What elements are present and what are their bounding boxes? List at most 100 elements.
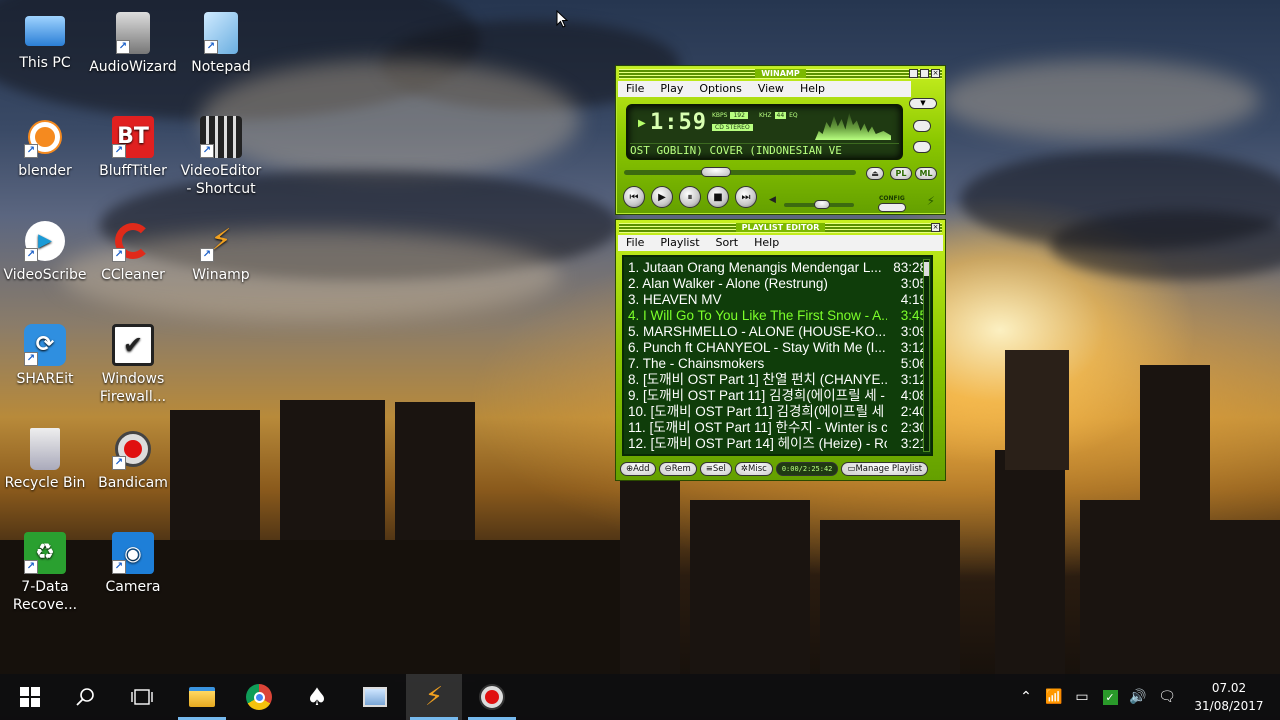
desktop-icon-7-data-recovery[interactable]: ♻ ↗ 7-Data Recove... (1, 532, 89, 614)
desktop-icon-blufftitler[interactable]: BT ↗ BluffTitler (89, 116, 177, 180)
next-button[interactable]: ⏭ (735, 186, 757, 208)
action-center-icon[interactable]: 🗨 (1154, 674, 1180, 720)
playlist-row[interactable]: 2. Alan Walker - Alone (Restrung) 3:05 (628, 276, 927, 292)
manage-playlist-button[interactable]: ▭Manage Playlist (841, 462, 929, 476)
desktop-icon-ccleaner[interactable]: ↗ CCleaner (89, 220, 177, 284)
previous-button[interactable]: ⏮ (623, 186, 645, 208)
playlist-menu-help[interactable]: Help (746, 235, 787, 251)
play-button[interactable]: ▶ (651, 186, 673, 208)
search-button[interactable] (58, 674, 114, 720)
taskbar-photos[interactable] (347, 674, 403, 720)
add-button[interactable]: ⊕Add (620, 462, 656, 476)
playlist-scrollbar[interactable] (923, 259, 930, 452)
seek-thumb[interactable] (700, 167, 731, 177)
playlist-toggle-button[interactable]: PL (890, 167, 912, 180)
volume-icon[interactable]: 🔊 (1126, 674, 1150, 720)
menu-file[interactable]: File (618, 81, 652, 97)
desktop-icon-notepad[interactable]: ↗ Notepad (177, 12, 265, 76)
playlist-row[interactable]: 12. [도깨비 OST Part 14] 헤이즈 (Heize) - Ro..… (628, 436, 927, 452)
playlist-track-list[interactable]: 1. Jutaan Orang Menangis Mendengar L... 8… (622, 255, 933, 456)
system-clock[interactable]: 07.02 31/08/2017 (1192, 674, 1266, 720)
misc-button[interactable]: ✲Misc (734, 462, 773, 476)
playlist-row[interactable]: 9. [도깨비 OST Part 11] 김경희(에이프릴 세 - ... 4:0… (628, 388, 927, 404)
spectrum-visualizer (815, 113, 891, 140)
desktop-icon-shareit[interactable]: ⟳ ↗ SHAREit (1, 324, 89, 388)
playlist-row[interactable]: 10. [도깨비 OST Part 11] 김경희(에이프릴 세 - ... 2:… (628, 404, 927, 420)
desktop-icon-recycle-bin[interactable]: Recycle Bin (1, 428, 89, 492)
volume-thumb[interactable] (813, 200, 830, 209)
taskbar-file-explorer[interactable] (174, 674, 230, 720)
data-recovery-icon: ♻ ↗ (24, 532, 66, 574)
playlist-menu-playlist[interactable]: Playlist (652, 235, 707, 251)
taskbar-solitaire[interactable]: ♠ (289, 674, 345, 720)
desktop-icon-label: Winamp (192, 267, 250, 283)
stop-button[interactable]: ■ (707, 186, 729, 208)
task-view-button[interactable] (114, 674, 170, 720)
song-ticker[interactable]: OST GOBLIN) COVER (INDONESIAN VE (630, 143, 899, 157)
pause-button[interactable]: ⏸ (679, 186, 701, 208)
winamp-titlebar[interactable]: WINAMP (619, 69, 942, 79)
playlist-row[interactable]: 7. The - Chainsmokers 5:06 (628, 356, 927, 372)
select-button[interactable]: ≡Sel (699, 462, 732, 476)
eject-button[interactable]: ⏏ (866, 167, 884, 180)
network-icon[interactable]: 📶 (1042, 674, 1066, 720)
playlist-row[interactable]: 11. [도깨비 OST Part 11] 한수지 - Winter is c.… (628, 420, 927, 436)
recycle-bin-icon (30, 428, 60, 470)
desktop-icon-winamp[interactable]: ⚡ ↗ Winamp (177, 220, 265, 284)
close-button[interactable]: × (931, 69, 940, 78)
playlist-row[interactable]: 5. MARSHMELLO - ALONE (HOUSE-KO... 3:09 (628, 324, 927, 340)
kbps-value: 192 (730, 112, 748, 119)
security-check-icon[interactable]: ✓ (1098, 674, 1122, 720)
menu-view[interactable]: View (750, 81, 792, 97)
winamp-main-window[interactable]: WINAMP × File Play Options View Help ▼ ▶… (615, 65, 946, 215)
playlist-row[interactable]: 3. HEAVEN MV 4:19 (628, 292, 927, 308)
menu-play[interactable]: Play (652, 81, 691, 97)
playlist-row[interactable]: 6. Punch ft CHANYEOL - Stay With Me (I..… (628, 340, 927, 356)
seek-bar[interactable] (624, 167, 856, 177)
volume-icon: ◀ (769, 195, 776, 205)
desktop-icon-bandicam[interactable]: ↗ Bandicam (89, 428, 177, 492)
desktop-icon-camera[interactable]: ◉ ↗ Camera (89, 532, 177, 596)
blender-icon: ↗ (24, 116, 66, 158)
desktop-icon-videoscribe[interactable]: ▶ ↗ VideoScribe (1, 220, 89, 284)
toggle-button-2[interactable] (913, 141, 931, 153)
minimize-button[interactable] (909, 69, 918, 78)
desktop-icon-windows-firewall[interactable]: ✔ Windows Firewall... (89, 324, 177, 406)
remove-button[interactable]: ⊖Rem (658, 462, 697, 476)
time-display[interactable]: 1:59 (650, 110, 707, 135)
config-button[interactable] (878, 203, 906, 212)
playlist-titlebar[interactable]: PLAYLIST EDITOR (619, 223, 942, 233)
playlist-editor-window[interactable]: PLAYLIST EDITOR × File Playlist Sort Hel… (615, 219, 946, 481)
taskbar-chrome[interactable] (231, 674, 287, 720)
shade-button[interactable] (920, 69, 929, 78)
desktop-icon-videoeditor[interactable]: ↗ VideoEditor - Shortcut (177, 116, 265, 198)
desktop-icon-audiowizard[interactable]: ↗ AudioWizard (89, 12, 177, 76)
shortcut-arrow-icon: ↗ (24, 144, 38, 158)
taskbar-bandicam[interactable] (464, 674, 520, 720)
kbps-label: KBPS (712, 112, 728, 119)
playlist-close-button[interactable]: × (931, 223, 940, 232)
media-library-button[interactable]: ML (915, 167, 937, 180)
volume-slider[interactable] (784, 200, 854, 209)
playlist-row[interactable]: 1. Jutaan Orang Menangis Mendengar L... 8… (628, 260, 927, 276)
desktop-icon-label: Camera (105, 579, 161, 595)
winamp-title: WINAMP (755, 69, 806, 78)
desktop-icon-blender[interactable]: ↗ blender (1, 116, 89, 180)
toggle-button-1[interactable] (913, 120, 931, 132)
battery-icon[interactable]: ▭ (1070, 674, 1094, 720)
playlist-scroll-thumb[interactable] (924, 262, 929, 276)
desktop-icon-label: SHAREit (16, 371, 74, 387)
desktop-icon-this-pc[interactable]: This PC (1, 12, 89, 72)
playlist-menu-file[interactable]: File (618, 235, 652, 251)
playlist-row[interactable]: 4. I Will Go To You Like The First Snow … (628, 308, 927, 324)
menu-help[interactable]: Help (792, 81, 833, 97)
stereo-label: CD STEREO (712, 124, 753, 131)
bandicam-icon: ↗ (112, 428, 154, 470)
menu-dropdown-button[interactable]: ▼ (909, 98, 937, 109)
playlist-row[interactable]: 8. [도깨비 OST Part 1] 찬열 펀치 (CHANYE... 3:12 (628, 372, 927, 388)
taskbar-winamp[interactable]: ⚡ (406, 674, 462, 720)
menu-options[interactable]: Options (691, 81, 749, 97)
playlist-menu-sort[interactable]: Sort (708, 235, 747, 251)
show-hidden-icons-button[interactable]: ⌃ (1014, 674, 1038, 720)
start-button[interactable] (2, 674, 58, 720)
